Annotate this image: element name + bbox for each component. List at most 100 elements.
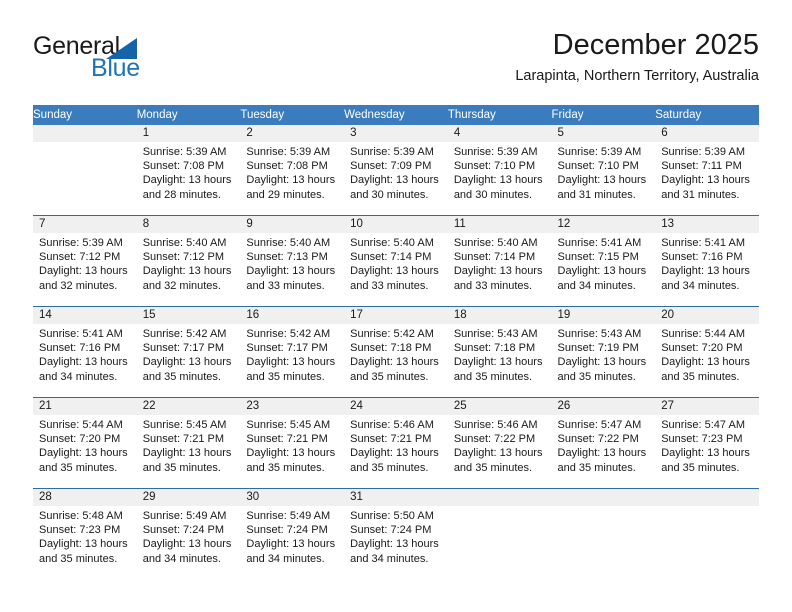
day-cell[interactable]: 21 Sunrise: 5:44 AM Sunset: 7:20 PM Dayl… — [33, 397, 137, 489]
day-cell[interactable]: 17 Sunrise: 5:42 AM Sunset: 7:18 PM Dayl… — [344, 306, 448, 398]
sunrise-text: Sunrise: 5:42 AM — [246, 328, 331, 340]
day-cell[interactable]: 1 Sunrise: 5:39 AM Sunset: 7:08 PM Dayli… — [136, 125, 241, 216]
day-cell[interactable] — [33, 125, 137, 216]
daylight-text-line1: Daylight: 13 hours — [661, 174, 750, 187]
day-info: Sunrise: 5:39 AM Sunset: 7:10 PM Dayligh… — [448, 142, 552, 202]
day-cell[interactable]: 5 Sunrise: 5:39 AM Sunset: 7:10 PM Dayli… — [551, 125, 656, 216]
daylight-text-line1: Daylight: 13 hours — [246, 447, 336, 460]
day-cell[interactable]: 26 Sunrise: 5:47 AM Sunset: 7:22 PM Dayl… — [551, 397, 656, 489]
day-cell[interactable]: 13 Sunrise: 5:41 AM Sunset: 7:16 PM Dayl… — [655, 215, 759, 307]
sunrise-text: Sunrise: 5:46 AM — [453, 419, 538, 431]
sunset-text: Sunset: 7:09 PM — [350, 160, 432, 173]
day-cell[interactable]: 8 Sunrise: 5:40 AM Sunset: 7:12 PM Dayli… — [136, 215, 241, 307]
day-info: Sunrise: 5:40 AM Sunset: 7:14 PM Dayligh… — [448, 233, 552, 293]
day-number: 31 — [344, 489, 448, 506]
page-subtitle: Larapinta, Northern Territory, Australia — [515, 68, 759, 84]
day-number: 5 — [551, 125, 656, 142]
day-info: Sunrise: 5:42 AM Sunset: 7:17 PM Dayligh… — [137, 324, 241, 384]
day-number: 4 — [447, 125, 552, 142]
day-cell[interactable] — [551, 488, 656, 579]
day-cell[interactable]: 2 Sunrise: 5:39 AM Sunset: 7:08 PM Dayli… — [240, 125, 345, 216]
day-cell[interactable]: 7 Sunrise: 5:39 AM Sunset: 7:12 PM Dayli… — [33, 215, 137, 307]
day-cell[interactable]: 9 Sunrise: 5:40 AM Sunset: 7:13 PM Dayli… — [240, 215, 345, 307]
day-info — [655, 506, 759, 509]
day-info — [448, 506, 552, 509]
day-cell[interactable]: 15 Sunrise: 5:42 AM Sunset: 7:17 PM Dayl… — [136, 306, 241, 398]
day-cell[interactable]: 19 Sunrise: 5:43 AM Sunset: 7:19 PM Dayl… — [551, 306, 656, 398]
daylight-text-line1: Daylight: 13 hours — [142, 265, 232, 278]
daylight-text-line1: Daylight: 13 hours — [557, 447, 647, 460]
week-row: 1 Sunrise: 5:39 AM Sunset: 7:08 PM Dayli… — [33, 125, 759, 216]
day-cell[interactable]: 6 Sunrise: 5:39 AM Sunset: 7:11 PM Dayli… — [655, 125, 759, 216]
day-info: Sunrise: 5:47 AM Sunset: 7:23 PM Dayligh… — [655, 415, 759, 475]
day-cell[interactable]: 4 Sunrise: 5:39 AM Sunset: 7:10 PM Dayli… — [447, 125, 552, 216]
daylight-text-line1: Daylight: 13 hours — [557, 265, 647, 278]
day-info: Sunrise: 5:50 AM Sunset: 7:24 PM Dayligh… — [344, 506, 448, 566]
sunset-text: Sunset: 7:12 PM — [39, 251, 121, 264]
day-cell[interactable]: 12 Sunrise: 5:41 AM Sunset: 7:15 PM Dayl… — [551, 215, 656, 307]
day-cell[interactable]: 23 Sunrise: 5:45 AM Sunset: 7:21 PM Dayl… — [240, 397, 345, 489]
sunset-text: Sunset: 7:16 PM — [661, 251, 743, 264]
day-info: Sunrise: 5:43 AM Sunset: 7:18 PM Dayligh… — [448, 324, 552, 384]
calendar-body: 1 Sunrise: 5:39 AM Sunset: 7:08 PM Dayli… — [33, 125, 759, 579]
day-cell[interactable]: 20 Sunrise: 5:44 AM Sunset: 7:20 PM Dayl… — [655, 306, 759, 398]
day-cell[interactable]: 24 Sunrise: 5:46 AM Sunset: 7:21 PM Dayl… — [344, 397, 448, 489]
day-number: 9 — [240, 216, 345, 233]
sunset-text: Sunset: 7:23 PM — [661, 433, 743, 446]
daylight-text-line2: and 35 minutes. — [142, 461, 221, 474]
daylight-text-line2: and 35 minutes. — [661, 370, 740, 383]
sunset-text: Sunset: 7:18 PM — [350, 342, 432, 355]
general-blue-logo[interactable]: General Blue — [33, 32, 203, 88]
daylight-text-line2: and 34 minutes. — [39, 370, 118, 383]
day-cell[interactable]: 31 Sunrise: 5:50 AM Sunset: 7:24 PM Dayl… — [344, 488, 448, 579]
sunset-text: Sunset: 7:14 PM — [350, 251, 432, 264]
weekday-header-friday: Friday — [551, 105, 656, 125]
day-cell[interactable]: 22 Sunrise: 5:45 AM Sunset: 7:21 PM Dayl… — [136, 397, 241, 489]
daylight-text-line1: Daylight: 13 hours — [142, 174, 232, 187]
day-cell[interactable] — [655, 488, 759, 579]
sunset-text: Sunset: 7:08 PM — [142, 160, 225, 173]
day-cell[interactable]: 27 Sunrise: 5:47 AM Sunset: 7:23 PM Dayl… — [655, 397, 759, 489]
sunrise-text: Sunrise: 5:40 AM — [142, 237, 227, 249]
sunrise-text: Sunrise: 5:42 AM — [142, 328, 227, 340]
sunset-text: Sunset: 7:21 PM — [246, 433, 328, 446]
sunset-text: Sunset: 7:16 PM — [39, 342, 121, 355]
day-info: Sunrise: 5:48 AM Sunset: 7:23 PM Dayligh… — [33, 506, 137, 566]
day-cell[interactable]: 18 Sunrise: 5:43 AM Sunset: 7:18 PM Dayl… — [447, 306, 552, 398]
day-info: Sunrise: 5:39 AM Sunset: 7:12 PM Dayligh… — [33, 233, 137, 293]
sunset-text: Sunset: 7:10 PM — [557, 160, 639, 173]
day-cell[interactable] — [447, 488, 552, 579]
day-cell[interactable]: 3 Sunrise: 5:39 AM Sunset: 7:09 PM Dayli… — [344, 125, 448, 216]
day-info: Sunrise: 5:43 AM Sunset: 7:19 PM Dayligh… — [552, 324, 656, 384]
day-cell[interactable]: 25 Sunrise: 5:46 AM Sunset: 7:22 PM Dayl… — [447, 397, 552, 489]
sunset-text: Sunset: 7:17 PM — [142, 342, 225, 355]
day-number: 19 — [551, 307, 656, 324]
daylight-text-line1: Daylight: 13 hours — [246, 174, 336, 187]
weekday-header-wednesday: Wednesday — [344, 105, 448, 125]
daylight-text-line2: and 35 minutes. — [661, 461, 740, 474]
day-cell[interactable]: 10 Sunrise: 5:40 AM Sunset: 7:14 PM Dayl… — [344, 215, 448, 307]
sunrise-text: Sunrise: 5:39 AM — [453, 146, 538, 158]
daylight-text-line1: Daylight: 13 hours — [246, 356, 336, 369]
day-info: Sunrise: 5:49 AM Sunset: 7:24 PM Dayligh… — [137, 506, 241, 566]
daylight-text-line1: Daylight: 13 hours — [350, 174, 439, 187]
day-cell[interactable]: 11 Sunrise: 5:40 AM Sunset: 7:14 PM Dayl… — [447, 215, 552, 307]
daylight-text-line2: and 29 minutes. — [246, 188, 325, 201]
day-cell[interactable]: 29 Sunrise: 5:49 AM Sunset: 7:24 PM Dayl… — [136, 488, 241, 579]
day-cell[interactable]: 30 Sunrise: 5:49 AM Sunset: 7:24 PM Dayl… — [240, 488, 345, 579]
daylight-text-line2: and 35 minutes. — [246, 370, 325, 383]
day-number: 22 — [136, 398, 241, 415]
day-cell[interactable]: 14 Sunrise: 5:41 AM Sunset: 7:16 PM Dayl… — [33, 306, 137, 398]
weekday-header-sunday: Sunday — [33, 105, 137, 125]
day-cell[interactable]: 28 Sunrise: 5:48 AM Sunset: 7:23 PM Dayl… — [33, 488, 137, 579]
day-info — [33, 142, 137, 145]
day-cell[interactable]: 16 Sunrise: 5:42 AM Sunset: 7:17 PM Dayl… — [240, 306, 345, 398]
day-number: 25 — [447, 398, 552, 415]
sunrise-text: Sunrise: 5:47 AM — [557, 419, 642, 431]
day-info: Sunrise: 5:42 AM Sunset: 7:18 PM Dayligh… — [344, 324, 448, 384]
weekday-header-monday: Monday — [136, 105, 241, 125]
sunrise-text: Sunrise: 5:45 AM — [246, 419, 331, 431]
daylight-text-line1: Daylight: 13 hours — [246, 538, 336, 551]
day-info: Sunrise: 5:40 AM Sunset: 7:12 PM Dayligh… — [137, 233, 241, 293]
daylight-text-line1: Daylight: 13 hours — [453, 174, 543, 187]
